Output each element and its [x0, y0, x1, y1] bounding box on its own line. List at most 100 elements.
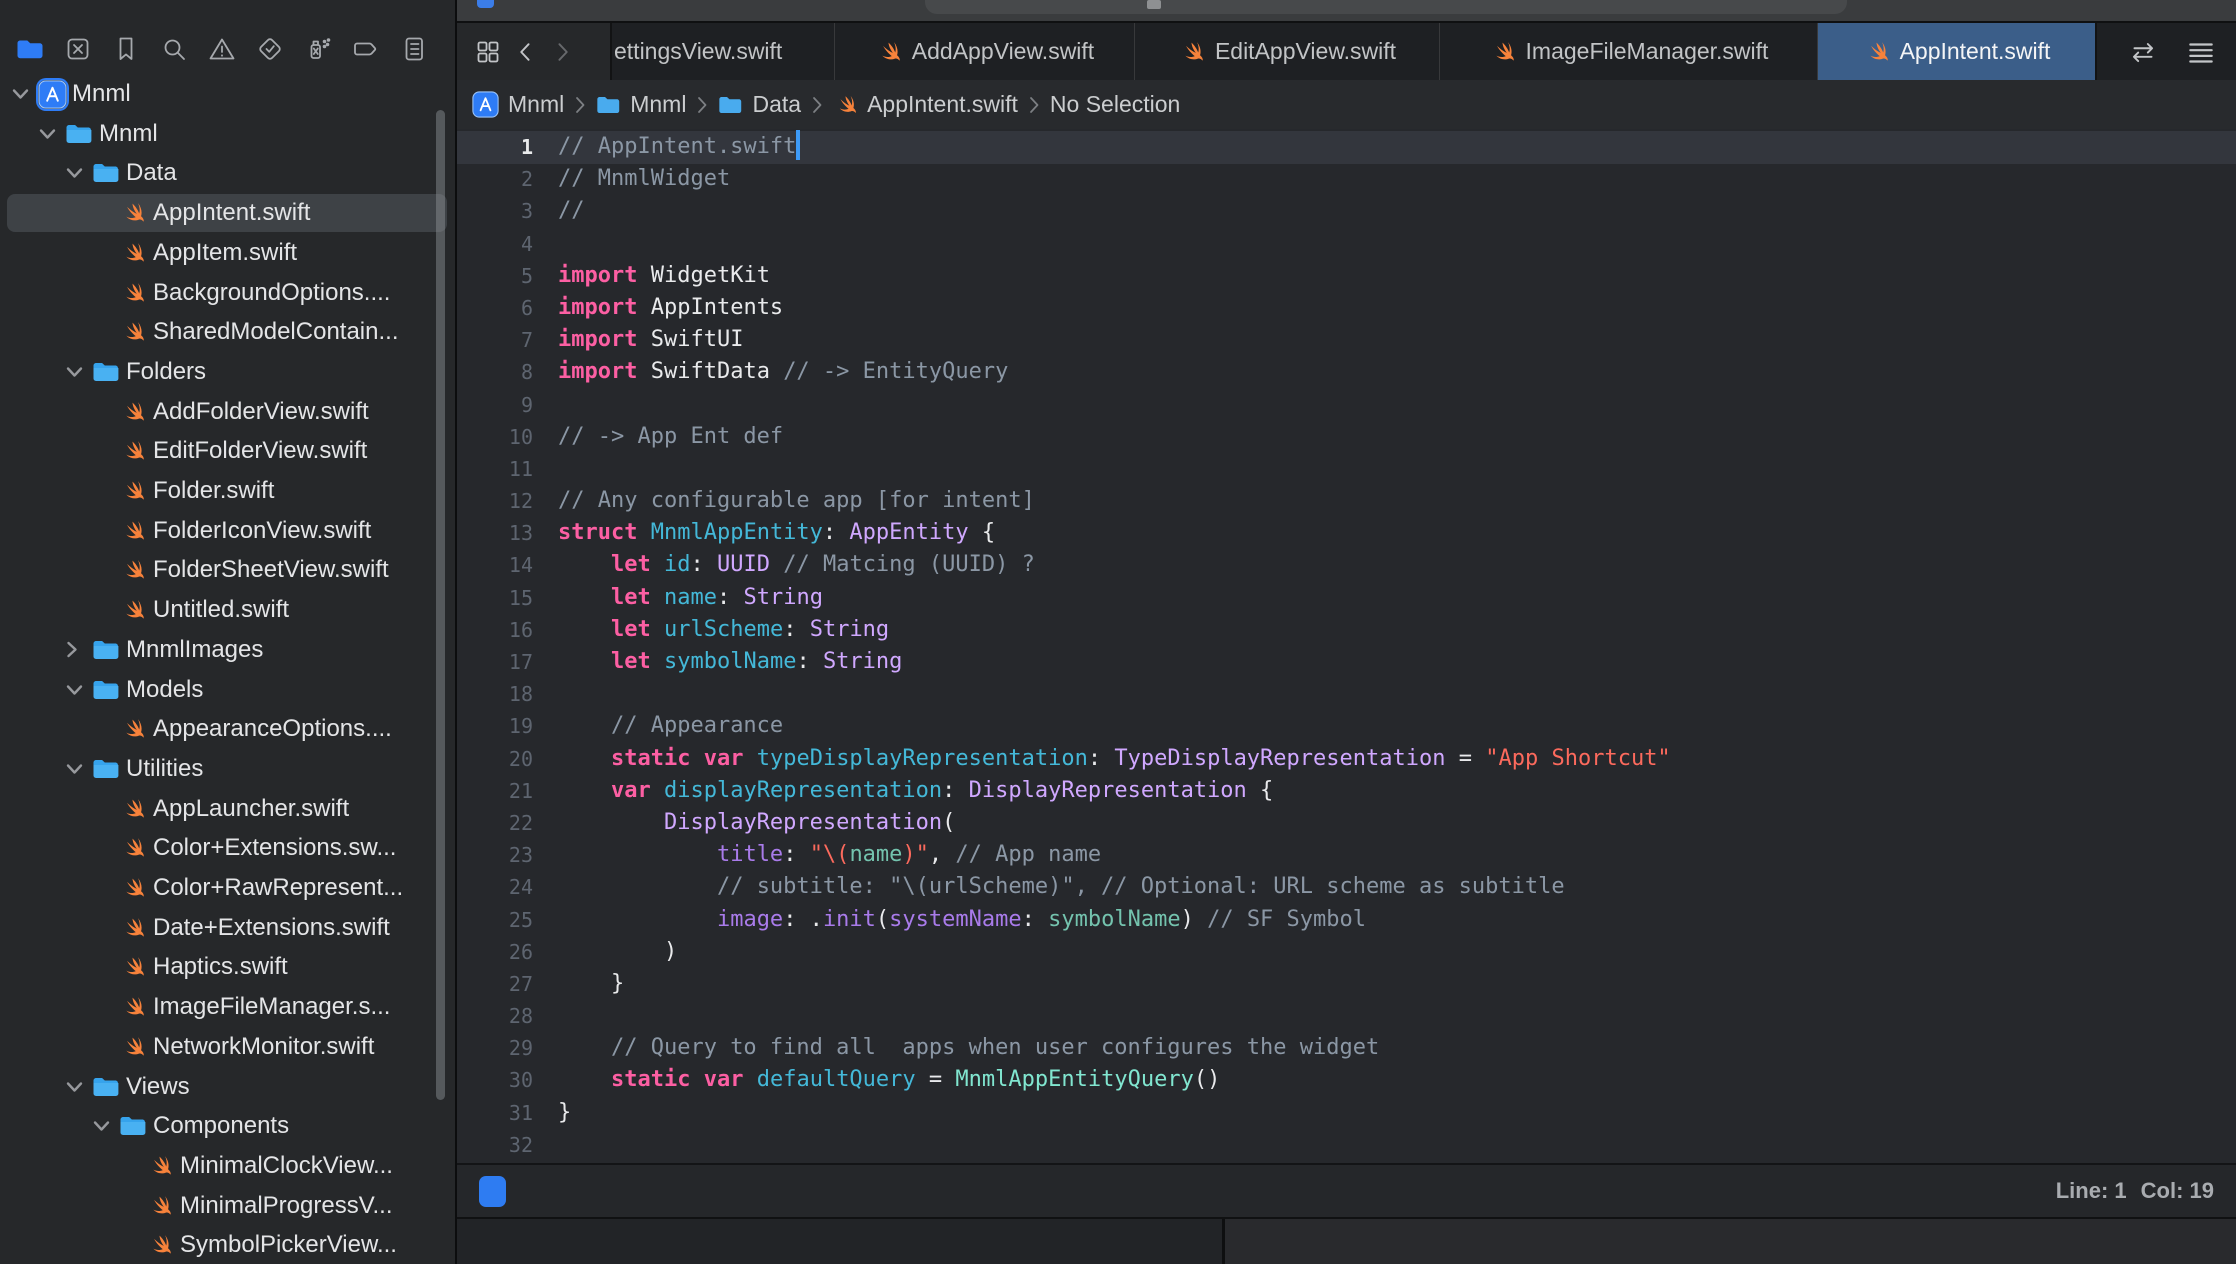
debug-console-pane[interactable] [1225, 1219, 2236, 1264]
code-line[interactable] [558, 1129, 1671, 1161]
disclosure-chevron-icon[interactable] [66, 366, 92, 378]
sidebar-item[interactable]: EditFolderView.swift [0, 431, 455, 471]
code-line[interactable] [558, 1000, 1671, 1032]
sidebar-item[interactable]: Data [0, 153, 455, 193]
code-line[interactable]: image: .init(systemName: symbolName) // … [558, 904, 1671, 936]
sidebar-item[interactable]: Untitled.swift [0, 590, 455, 630]
sidebar-item[interactable]: Folders [0, 352, 455, 392]
debug-variables-pane[interactable] [457, 1219, 1222, 1264]
code-line[interactable]: // Query to find all apps when user conf… [558, 1032, 1671, 1064]
disclosure-chevron-icon[interactable] [66, 641, 92, 658]
code-line[interactable]: var displayRepresentation: DisplayRepres… [558, 775, 1671, 807]
sidebar-item[interactable]: Folder.swift [0, 471, 455, 511]
tab-EditAppView.swift[interactable]: EditAppView.swift [1135, 23, 1440, 80]
source-control-icon[interactable] [54, 27, 102, 71]
code-line[interactable]: // AppIntent.swift [558, 131, 1671, 163]
code-line[interactable]: title: "\(name)", // App name [558, 839, 1671, 871]
sidebar-item[interactable]: SymbolPickerView... [0, 1225, 455, 1264]
code-line[interactable]: ) [558, 936, 1671, 968]
forward-icon[interactable] [549, 37, 575, 67]
code-line[interactable]: import SwiftUI [558, 324, 1671, 356]
disclosure-chevron-icon[interactable] [66, 684, 92, 696]
disclosure-chevron-icon[interactable] [93, 1120, 119, 1132]
code-line[interactable]: DisplayRepresentation( [558, 807, 1671, 839]
breadcrumb-item[interactable]: No Selection [1050, 91, 1180, 118]
code-review-icon[interactable] [2126, 36, 2160, 68]
sidebar-item[interactable]: BackgroundOptions.... [0, 273, 455, 313]
sidebar-item[interactable]: MinimalClockView... [0, 1146, 455, 1186]
tab-AddAppView.swift[interactable]: AddAppView.swift [835, 23, 1135, 80]
sidebar-item[interactable]: Date+Extensions.swift [0, 908, 455, 948]
find-icon[interactable] [150, 27, 198, 71]
sidebar-item[interactable]: FolderIconView.swift [0, 511, 455, 551]
sidebar-scrollbar[interactable] [436, 110, 445, 1100]
sidebar-item[interactable]: SharedModelContain... [0, 312, 455, 352]
code-line[interactable]: struct MnmlAppEntity: AppEntity { [558, 517, 1671, 549]
related-items-icon[interactable] [473, 37, 503, 67]
sidebar-item[interactable]: Mnml [0, 75, 455, 114]
code-line[interactable]: // -> App Ent def [558, 421, 1671, 453]
code-line[interactable]: // MnmlWidget [558, 163, 1671, 195]
breadcrumb-item[interactable]: AppIntent.swift [833, 91, 1018, 118]
code-line[interactable]: let urlScheme: String [558, 614, 1671, 646]
issues-icon[interactable] [198, 27, 246, 71]
code-line[interactable] [558, 678, 1671, 710]
disclosure-chevron-icon[interactable] [66, 1081, 92, 1093]
reports-icon[interactable] [390, 27, 438, 71]
code-line[interactable]: let symbolName: String [558, 646, 1671, 678]
breadcrumb-item[interactable]: Mnml [596, 91, 686, 118]
bookmarks-icon[interactable] [102, 27, 150, 71]
code-line[interactable]: // [558, 195, 1671, 227]
editor-options-icon[interactable] [2184, 36, 2218, 68]
sidebar-item[interactable]: Views [0, 1067, 455, 1107]
code-line[interactable] [558, 389, 1671, 421]
sidebar-editor-divider[interactable] [455, 0, 457, 1264]
code-line[interactable]: let id: UUID // Matcing (UUID) ? [558, 549, 1671, 581]
code-line[interactable] [558, 228, 1671, 260]
sidebar-item[interactable]: MinimalProgressV... [0, 1186, 455, 1226]
breadcrumb-item[interactable]: Mnml [472, 91, 564, 118]
sidebar-item[interactable]: AddFolderView.swift [0, 392, 455, 432]
sidebar-item[interactable]: FolderSheetView.swift [0, 550, 455, 590]
project-navigator-icon[interactable] [6, 27, 54, 71]
tab-ettingsView.swift[interactable]: ettingsView.swift [612, 23, 835, 80]
sidebar-item[interactable]: Haptics.swift [0, 947, 455, 987]
debug-icon[interactable] [294, 27, 342, 71]
code-line[interactable]: import SwiftData // -> EntityQuery [558, 356, 1671, 388]
sidebar-item[interactable]: AppLauncher.swift [0, 789, 455, 829]
sidebar-item[interactable]: Models [0, 670, 455, 710]
code-line[interactable]: // Appearance [558, 710, 1671, 742]
tab-AppIntent.swift[interactable]: AppIntent.swift [1818, 23, 2095, 80]
code-line[interactable]: static var typeDisplayRepresentation: Ty… [558, 743, 1671, 775]
tests-icon[interactable] [246, 27, 294, 71]
sidebar-item[interactable]: AppItem.swift [0, 233, 455, 273]
tab-ImageFileManager.swift[interactable]: ImageFileManager.swift [1440, 23, 1818, 80]
source-editor[interactable]: 1234567891011121314151617181920212223242… [457, 129, 2236, 1163]
sidebar-item[interactable]: Mnml [0, 114, 455, 154]
breadcrumb-item[interactable]: Data [718, 91, 801, 118]
file-status-icon[interactable] [479, 1176, 506, 1207]
code-line[interactable]: import WidgetKit [558, 260, 1671, 292]
disclosure-chevron-icon[interactable] [39, 128, 65, 140]
sidebar-item[interactable]: Utilities [0, 749, 455, 789]
code-line[interactable]: import AppIntents [558, 292, 1671, 324]
code-line[interactable]: // Any configurable app [for intent] [558, 485, 1671, 517]
code-line[interactable]: let name: String [558, 582, 1671, 614]
code-line[interactable]: } [558, 968, 1671, 1000]
code-line[interactable]: static var defaultQuery = MnmlAppEntityQ… [558, 1064, 1671, 1096]
sidebar-item[interactable]: MnmlImages [0, 630, 455, 670]
code-line[interactable] [558, 453, 1671, 485]
sidebar-item[interactable]: Color+RawRepresent... [0, 868, 455, 908]
breakpoints-icon[interactable] [342, 27, 390, 71]
sidebar-item[interactable]: NetworkMonitor.swift [0, 1027, 455, 1067]
sidebar-item[interactable]: Color+Extensions.sw... [0, 828, 455, 868]
code-line[interactable]: } [558, 1097, 1671, 1129]
disclosure-chevron-icon[interactable] [66, 763, 92, 775]
code-line[interactable]: // subtitle: "\(urlScheme)", // Optional… [558, 871, 1671, 903]
back-icon[interactable] [513, 37, 539, 67]
sidebar-item[interactable]: AppIntent.swift [0, 193, 455, 233]
sidebar-item[interactable]: Components [0, 1106, 455, 1146]
disclosure-chevron-icon[interactable] [12, 88, 38, 100]
disclosure-chevron-icon[interactable] [66, 167, 92, 179]
sidebar-item[interactable]: ImageFileManager.s... [0, 987, 455, 1027]
